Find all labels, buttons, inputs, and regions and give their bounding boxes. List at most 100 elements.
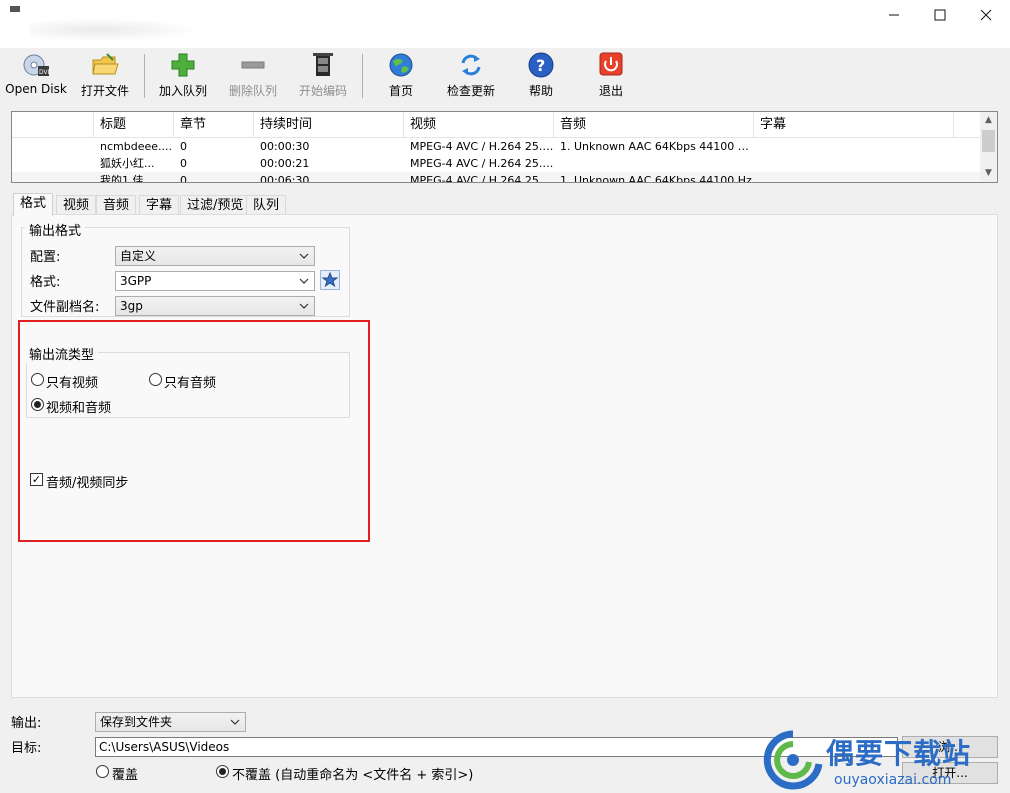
cell-video: MPEG-4 AVC / H.264 25.0... [410,157,554,170]
chevron-down-icon [299,278,309,284]
watermark: 偶要下载站 ouyaoxiazai.com [762,728,1002,792]
tab-format[interactable]: 格式 [13,193,54,216]
start-encode-label: 开始编码 [298,84,347,98]
cell-title: 狐妖小红... [100,157,155,170]
help-icon: ? [527,52,555,78]
minus-icon [239,52,267,78]
file-list[interactable]: 标题 章节 持续时间 视频 音频 字幕 ncmbdeee.... 0 00:00… [11,111,998,183]
start-encode-button[interactable]: 开始编码 [294,52,352,100]
disk-icon: DVD [22,52,50,78]
column-header-duration[interactable]: 持续时间 [254,112,404,138]
column-header-blank [12,112,94,138]
format-label: 格式: [30,275,61,290]
toolbar-separator [144,54,145,98]
cell-duration: 00:00:21 [260,157,310,170]
open-file-label: 打开文件 [80,84,129,98]
cell-video: MPEG-4 AVC / H.264 25.0... [410,174,554,183]
watermark-url: ouyaoxiazai.com [834,772,952,788]
exit-button[interactable]: 退出 [588,52,634,100]
remove-queue-button[interactable]: 删除队列 [224,52,282,100]
table-row[interactable]: 我的1 佳... 0 00:06:30 MPEG-4 AVC / H.264 2… [12,172,982,183]
tab-video[interactable]: 视频 [56,195,97,215]
chevron-down-icon [230,719,240,725]
scroll-thumb[interactable] [982,130,995,152]
minimize-button[interactable] [871,0,917,30]
tab-subtitle[interactable]: 字幕 [139,195,180,215]
help-button[interactable]: ? 帮助 [518,52,564,100]
target-label: 目标: [11,741,42,756]
table-row[interactable]: 狐妖小红... 0 00:00:21 MPEG-4 AVC / H.264 25… [12,155,982,172]
maximize-button[interactable] [917,0,963,30]
open-disk-button[interactable]: DVD Open Disk [3,52,69,100]
tab-filter-preview[interactable]: 过滤/预览 [180,195,251,215]
cell-subtitle [754,172,954,182]
power-icon [597,52,625,78]
add-queue-label: 加入队列 [158,84,207,98]
close-icon [980,9,992,21]
format-value: 3GPP [120,274,152,288]
cell-title: ncmbdeee.... [100,140,172,153]
add-queue-button[interactable]: 加入队列 [154,52,212,100]
cell-chapter: 0 [180,174,187,183]
cell-audio: 1. Unknown AAC 64Kbps 44100 Hz ... [560,140,754,153]
profile-value: 自定义 [120,249,157,263]
close-button[interactable] [963,0,1009,30]
overwrite-radio[interactable] [96,765,109,778]
column-header-subtitle[interactable]: 字幕 [754,112,954,138]
file-list-scrollbar[interactable]: ▲ ▼ [980,112,997,182]
globe-icon [387,52,415,78]
toolbar [0,48,1010,104]
star-icon [321,271,339,288]
no-overwrite-label: 不覆盖 (自动重命名为 <文件名 + 索引>) [232,768,474,783]
no-overwrite-radio[interactable] [216,765,229,778]
cell-chapter: 0 [180,157,187,170]
check-update-button[interactable]: 检查更新 [441,52,501,100]
cell-subtitle [754,155,954,172]
file-list-header: 标题 章节 持续时间 视频 音频 字幕 [12,112,982,138]
svg-text:DVD: DVD [39,69,50,76]
no-overwrite-option[interactable]: 不覆盖 (自动重命名为 <文件名 + 索引>) [216,764,516,783]
extension-select[interactable]: 3gp [115,296,315,316]
overwrite-option[interactable]: 覆盖 [96,764,156,783]
column-header-chapter[interactable]: 章节 [174,112,254,138]
minimize-icon [889,14,899,16]
output-format-title: 输出格式 [25,220,86,239]
check-update-label: 检查更新 [446,84,495,98]
output-value: 保存到文件夹 [100,715,173,729]
tab-queue[interactable]: 队列 [246,195,287,215]
tab-audio[interactable]: 音频 [96,195,137,215]
extension-label: 文件副档名: [30,300,100,315]
scroll-down-icon[interactable]: ▼ [980,165,997,182]
format-select[interactable]: 3GPP [115,271,315,291]
overwrite-label: 覆盖 [112,768,139,783]
scroll-up-icon[interactable]: ▲ [980,112,997,129]
profile-label: 配置: [30,250,61,265]
remove-queue-label: 删除队列 [228,84,277,98]
column-header-title[interactable]: 标题 [94,112,174,138]
column-header-video[interactable]: 视频 [404,112,554,138]
maximize-icon [934,9,946,21]
open-disk-label: Open Disk [5,82,67,96]
toolbar-separator [362,54,363,98]
table-row[interactable]: ncmbdeee.... 0 00:00:30 MPEG-4 AVC / H.2… [12,138,982,155]
open-file-button[interactable]: 打开文件 [76,52,134,100]
chevron-down-icon [299,253,309,259]
extension-value: 3gp [120,299,143,313]
output-select[interactable]: 保存到文件夹 [95,712,246,732]
cell-video: MPEG-4 AVC / H.264 25.0... [410,140,554,153]
annotation-highlight-box [18,320,370,542]
profile-select[interactable]: 自定义 [115,246,315,266]
refresh-icon [457,52,485,78]
cell-audio: 1. Unknown AAC 64Kbps 44100 Hz [560,174,752,183]
cell-audio [554,155,754,172]
title-bar [0,0,1010,48]
output-label: 输出: [11,716,42,731]
column-header-audio[interactable]: 音频 [554,112,754,138]
home-button[interactable]: 首页 [378,52,424,100]
favorite-star-button[interactable] [320,270,340,290]
exit-label: 退出 [598,84,623,98]
help-label: 帮助 [528,84,553,98]
film-icon [309,52,337,78]
cell-subtitle [754,138,954,155]
watermark-logo [763,730,823,790]
